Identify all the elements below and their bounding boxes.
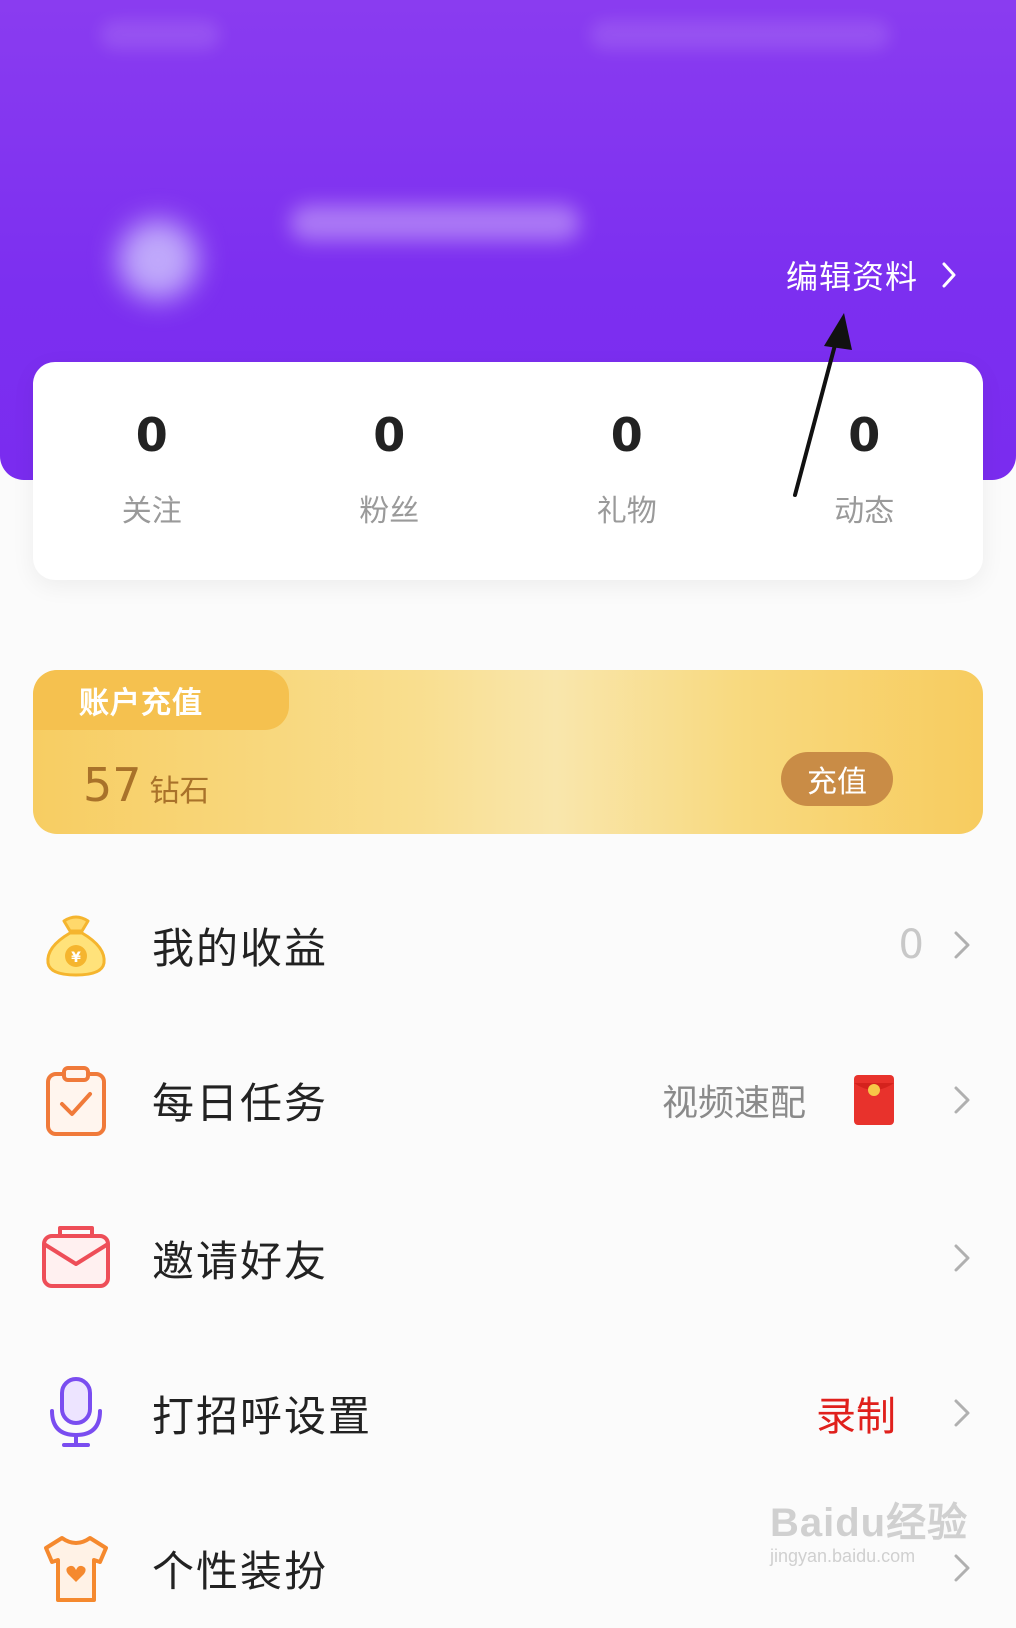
menu-label: 每日任务	[152, 1078, 329, 1128]
edit-profile-link[interactable]: 编辑资料	[786, 252, 956, 298]
menu-label: 个性装扮	[152, 1546, 329, 1596]
tshirt-heart-icon	[44, 1536, 108, 1602]
menu-item-daily-tasks[interactable]: 每日任务 视频速配	[0, 1040, 1016, 1160]
stats-card: 0 关注 0 粉丝 0 礼物 0 动态	[33, 362, 983, 580]
blurred-status-left	[100, 20, 220, 50]
stat-label: 礼物	[596, 494, 657, 529]
menu-label: 打招呼设置	[152, 1391, 373, 1441]
stat-gifts[interactable]: 0 礼物	[508, 362, 746, 580]
stat-value: 0	[373, 408, 406, 462]
watermark-sub: jingyan.baidu.com	[770, 1546, 916, 1566]
menu-label: 我的收益	[152, 923, 329, 973]
task-hint: 视频速配	[661, 1083, 806, 1124]
diamond-balance: 57 钻石	[83, 758, 210, 812]
diamond-unit: 钻石	[149, 774, 210, 809]
stat-fans[interactable]: 0 粉丝	[271, 362, 509, 580]
envelope-icon	[42, 1226, 110, 1288]
red-envelope-icon	[854, 1075, 894, 1125]
recharge-tab-label: 账户充值	[33, 670, 289, 730]
earnings-value: 0	[898, 922, 924, 968]
microphone-icon	[50, 1377, 102, 1447]
avatar[interactable]	[118, 220, 198, 300]
svg-text:¥: ¥	[71, 950, 81, 966]
baidu-jingyan-watermark: Baidu经验 jingyan.baidu.com	[770, 1490, 968, 1567]
edit-profile-label: 编辑资料	[785, 258, 918, 296]
chevron-right-icon	[954, 1086, 970, 1114]
clipboard-check-icon	[46, 1066, 106, 1136]
recharge-card[interactable]: 账户充值 57 钻石 充值	[33, 670, 983, 834]
blurred-username	[290, 205, 580, 241]
stat-value: 0	[848, 408, 881, 462]
stat-label: 粉丝	[359, 494, 420, 529]
recharge-button[interactable]: 充值	[781, 752, 893, 806]
blurred-status-right	[590, 20, 890, 50]
chevron-right-icon	[942, 262, 956, 288]
menu-item-greeting-settings[interactable]: 打招呼设置 录制	[0, 1353, 1016, 1473]
stat-value: 0	[610, 408, 643, 462]
stat-following[interactable]: 0 关注	[33, 362, 271, 580]
chevron-right-icon	[954, 931, 970, 959]
chevron-right-icon	[954, 1399, 970, 1427]
record-link[interactable]: 录制	[816, 1384, 896, 1442]
chevron-right-icon	[954, 1244, 970, 1272]
stat-posts[interactable]: 0 动态	[746, 362, 984, 580]
menu-item-invite-friends[interactable]: 邀请好友	[0, 1198, 1016, 1318]
stat-label: 关注	[121, 494, 182, 529]
menu-label: 邀请好友	[152, 1236, 329, 1286]
menu-item-earnings[interactable]: ¥ 我的收益 0	[0, 885, 1016, 1005]
stat-label: 动态	[834, 494, 895, 529]
stat-value: 0	[135, 408, 168, 462]
watermark-main: Baidu经验	[770, 1501, 969, 1545]
money-bag-icon: ¥	[46, 915, 106, 977]
diamond-amount: 57	[83, 758, 142, 812]
